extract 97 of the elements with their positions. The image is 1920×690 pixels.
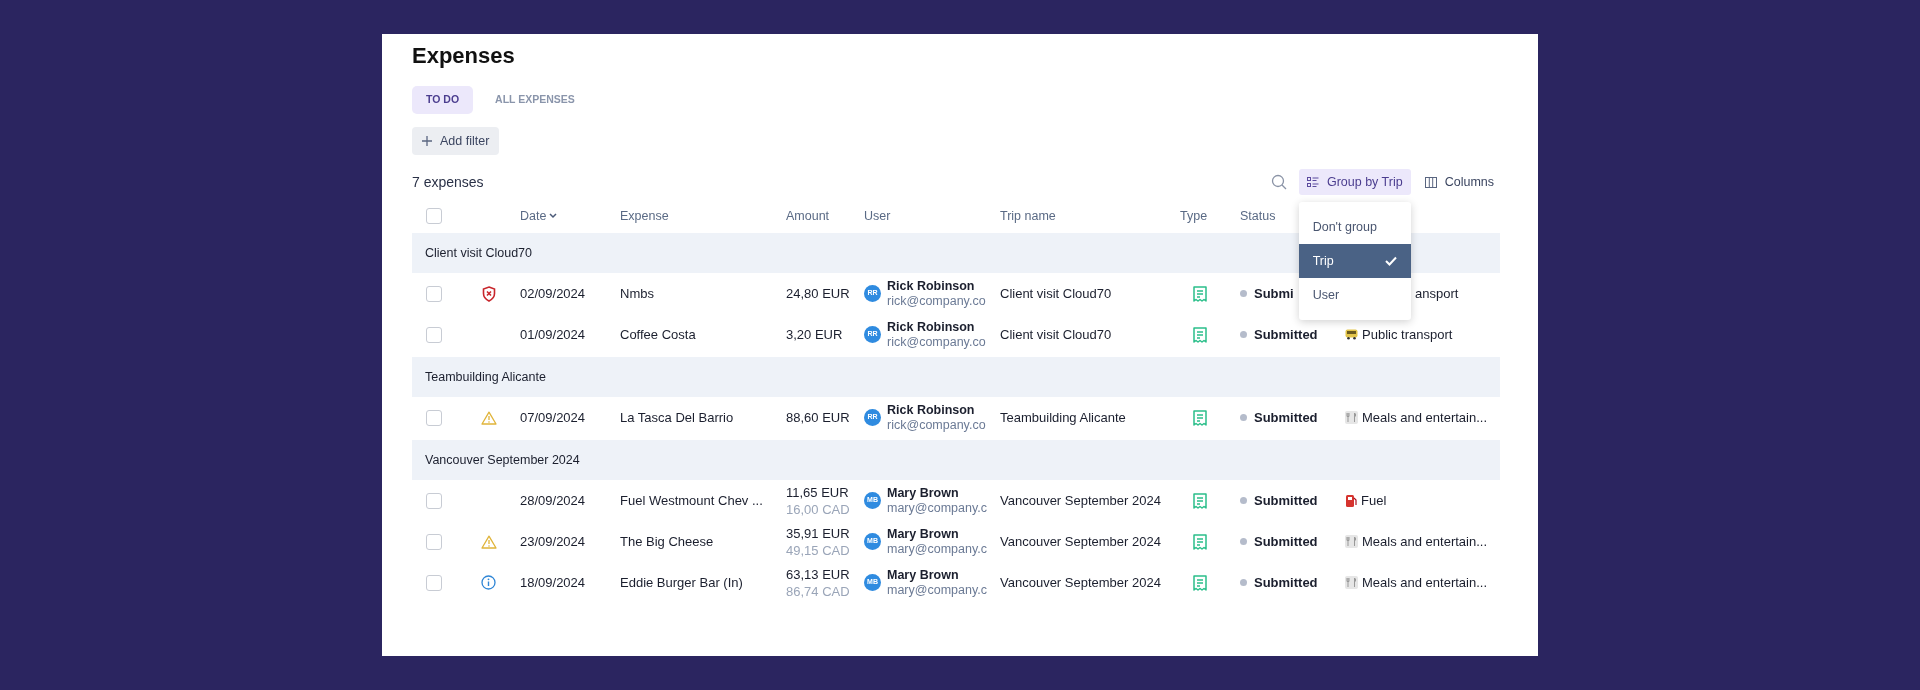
menu-item[interactable]: Trip (1298, 244, 1411, 278)
receipt-icon (1193, 492, 1207, 509)
trip-name: Vancouver September 2024 (1000, 532, 1162, 551)
date-text: 07/09/2024 (520, 408, 587, 427)
columns-icon (1424, 176, 1437, 188)
group-by-button[interactable]: Group by Trip (1298, 169, 1411, 195)
row-checkbox[interactable] (426, 492, 442, 509)
category-text: Fuel (1361, 491, 1387, 510)
search-icon[interactable] (1270, 174, 1287, 190)
expense-name: Nmbs (620, 284, 655, 303)
row-checkbox[interactable] (426, 533, 442, 550)
fuel-pump-icon (1345, 493, 1357, 508)
row-checkbox[interactable] (426, 326, 442, 343)
column-header: Status (1240, 207, 1276, 225)
plus-icon (422, 136, 432, 146)
receipt-icon (1193, 574, 1207, 591)
row-checkbox[interactable] (426, 574, 442, 591)
list-icon (1306, 176, 1319, 188)
trip-name: Vancouver September 2024 (1000, 573, 1162, 592)
original-amount: 16,00 CAD (786, 500, 851, 518)
page-title: Expenses (412, 44, 515, 68)
amount-text: 3,20 EUR (786, 325, 844, 344)
warning-icon (481, 534, 497, 549)
original-amount: 49,15 CAD (786, 541, 851, 559)
status-text: Submitted (1254, 325, 1318, 344)
expense-name: The Big Cheese (620, 532, 715, 551)
receipt-icon (1193, 409, 1207, 426)
category-text: Meals and entertain... (1362, 532, 1488, 551)
column-header: User (864, 207, 891, 225)
category-text: ansport (1415, 284, 1459, 303)
column-header: Amount (786, 207, 830, 225)
fork-knife-icon (1345, 535, 1358, 548)
fork-knife-icon (1345, 576, 1358, 589)
add-filter-button[interactable]: Add filter (412, 127, 500, 155)
date-text: 28/09/2024 (520, 491, 587, 510)
column-header: Type (1180, 207, 1208, 225)
group-header: Teambuilding Alicante (412, 357, 1500, 397)
trip-name: Client visit Cloud70 (1000, 325, 1113, 344)
trip-name: Client visit Cloud70 (1000, 284, 1113, 303)
row-checkbox[interactable] (426, 409, 442, 426)
columns-button[interactable]: Columns (1418, 169, 1500, 195)
amount-text: 88,60 EUR (786, 408, 851, 427)
amount-text: 63,13 EUR (786, 565, 851, 583)
status-text: Submitted (1254, 573, 1318, 592)
trip-name: Vancouver September 2024 (1000, 491, 1162, 510)
user-email: mary@company.c (887, 582, 987, 598)
row-checkbox[interactable] (426, 208, 442, 224)
receipt-icon (1193, 326, 1207, 343)
info-icon (481, 575, 496, 590)
status-text: Submi (1254, 284, 1294, 303)
expense-name: La Tasca Del Barrio (620, 408, 735, 427)
amount-text: 24,80 EUR (786, 284, 851, 303)
user-email: rick@company.co (887, 417, 986, 433)
user-name: Rick Robinson (887, 402, 976, 418)
expense-name: Fuel Westmount Chev ... (620, 491, 764, 510)
category-text: Public transport (1362, 325, 1453, 344)
original-amount: 86,74 CAD (786, 582, 851, 600)
expense-name: Eddie Burger Bar (In) (620, 573, 744, 592)
column-header[interactable]: Date (520, 206, 558, 226)
user-email: rick@company.co (887, 293, 986, 309)
user-email: mary@company.c (887, 541, 987, 557)
row-checkbox[interactable] (426, 285, 442, 302)
user-email: mary@company.c (887, 500, 987, 516)
bus-icon (1345, 329, 1358, 340)
check-icon (1384, 256, 1397, 266)
amount-text: 35,91 EUR (786, 524, 851, 542)
date-text: 18/09/2024 (520, 573, 587, 592)
group-header: Vancouver September 2024 (412, 440, 1500, 480)
column-header: Expense (620, 207, 669, 225)
date-text: 23/09/2024 (520, 532, 587, 551)
amount-text: 11,65 EUR (786, 483, 850, 501)
user-name: Rick Robinson (887, 319, 976, 335)
column-header: Trip name (1000, 207, 1056, 225)
user-name: Rick Robinson (887, 278, 976, 294)
user-name: Mary Brown (887, 485, 960, 501)
user-name: Mary Brown (887, 526, 960, 542)
fork-knife-icon (1345, 411, 1358, 424)
expense-count: 7 expenses (412, 172, 484, 192)
tab[interactable]: TO DO (412, 86, 474, 114)
menu-item[interactable]: Don't group (1298, 210, 1411, 244)
category-text: Meals and entertain... (1362, 408, 1488, 427)
date-text: 02/09/2024 (520, 284, 587, 303)
receipt-icon (1193, 285, 1207, 302)
receipt-icon (1193, 533, 1207, 550)
warning-icon (481, 410, 497, 425)
status-text: Submitted (1254, 532, 1318, 551)
menu-item[interactable]: User (1298, 278, 1411, 312)
date-text: 01/09/2024 (520, 325, 587, 344)
status-text: Submitted (1254, 408, 1318, 427)
user-email: rick@company.co (887, 334, 986, 350)
status-text: Submitted (1254, 491, 1318, 510)
expense-name: Coffee Costa (620, 325, 697, 344)
sort-caret-icon (549, 213, 558, 219)
shield-x-icon (482, 285, 496, 302)
category-text: Meals and entertain... (1362, 573, 1488, 592)
user-name: Mary Brown (887, 567, 960, 583)
trip-name: Teambuilding Alicante (1000, 408, 1127, 427)
